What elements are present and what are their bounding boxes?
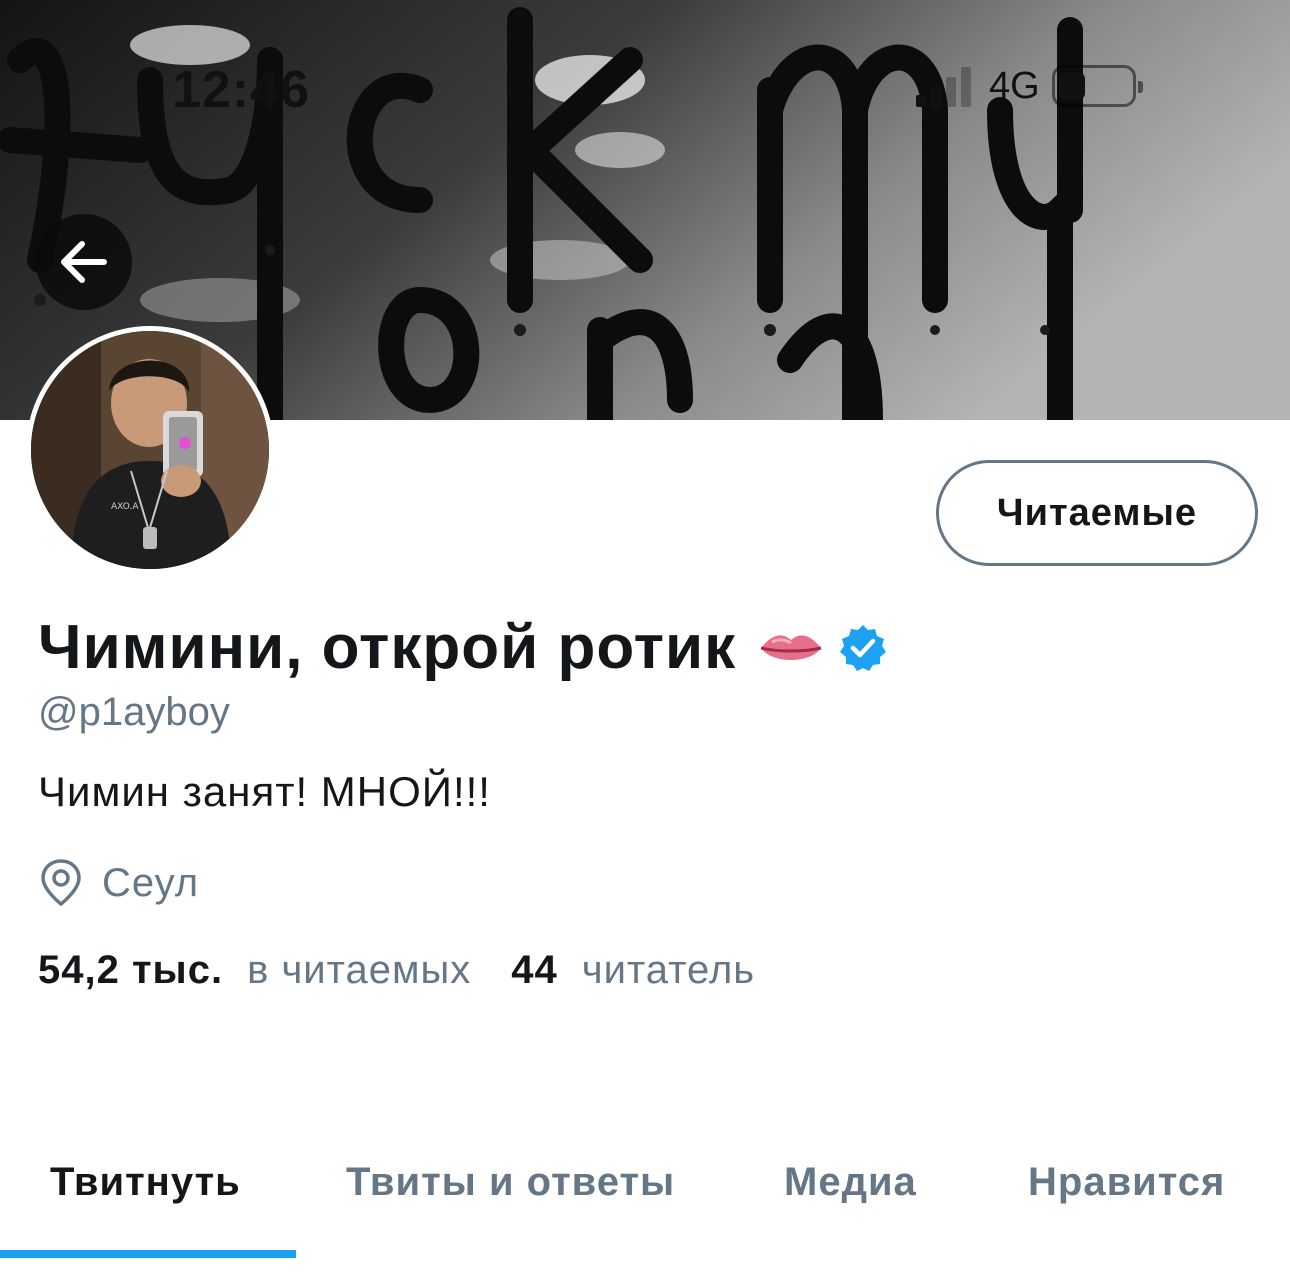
tab-media[interactable]: Медиа — [784, 1160, 917, 1205]
tab-likes[interactable]: Нравится — [1028, 1160, 1225, 1205]
lips-emoji-icon — [760, 634, 822, 660]
profile-display-name: Чимини, открой ротик — [38, 612, 888, 683]
profile-handle: @p1ayboy — [38, 690, 230, 734]
arrow-left-icon — [61, 241, 107, 283]
profile-screen: 12:46 4G AXO.A Читаемые Чимини, открой р… — [0, 0, 1290, 1288]
tab-tweets-and-replies[interactable]: Твиты и ответы — [346, 1160, 675, 1205]
location-pin-icon — [41, 859, 81, 907]
followers-label[interactable]: читатель — [582, 948, 755, 993]
profile-bio: Чимин занят! МНОЙ!!! — [38, 768, 491, 815]
location-text: Сеул — [102, 860, 200, 905]
following-count[interactable]: 54,2 тыс. — [38, 948, 223, 993]
profile-stats: 54,2 тыс. в читаемых 44 читатель — [38, 948, 755, 993]
name-extras — [758, 623, 888, 673]
back-button[interactable] — [36, 214, 132, 310]
following-label[interactable]: в читаемых — [247, 948, 471, 993]
avatar-photo: AXO.A — [31, 331, 269, 569]
followers-count[interactable]: 44 — [511, 948, 558, 993]
display-name-text: Чимини, открой ротик — [38, 613, 737, 682]
avatar[interactable]: AXO.A — [26, 326, 274, 574]
signal-strength-icon — [916, 65, 971, 107]
verified-badge-icon — [840, 624, 887, 671]
battery-icon — [1051, 65, 1143, 107]
active-tab-indicator — [0, 1250, 296, 1258]
tab-tweets[interactable]: Твитнуть — [50, 1160, 241, 1205]
following-button[interactable]: Читаемые — [936, 460, 1258, 566]
profile-location: Сеул — [38, 858, 199, 908]
network-type: 4G — [989, 64, 1040, 107]
status-indicators: 4G — [916, 62, 1143, 110]
status-time: 12:46 — [172, 61, 310, 119]
profile-tabs: Твитнуть Твиты и ответы Медиа Нравится — [0, 1120, 1290, 1260]
svg-text:AXO.A: AXO.A — [111, 502, 139, 512]
